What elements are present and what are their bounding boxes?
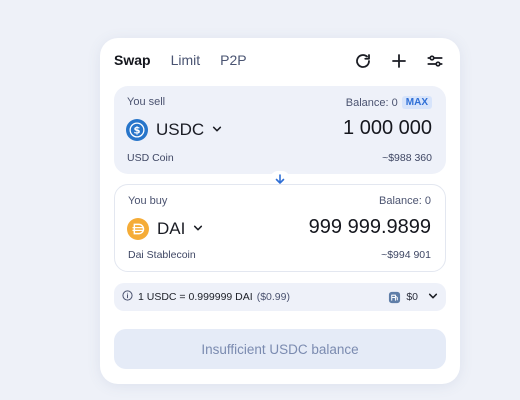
dai-logo-icon [127,218,149,240]
tab-swap[interactable]: Swap [114,52,151,68]
buy-panel: You buy Balance: 0 DAI 999 999.9899 Dai … [114,184,446,272]
chevron-down-icon [193,220,203,238]
rate-details-row[interactable]: 1 USDC = 0.999999 DAI ($0.99) $0 [114,283,446,311]
gas-fee-value: $0 [406,291,418,303]
toolbar [352,50,446,72]
gas-pump-icon [389,291,401,303]
info-icon [122,288,133,306]
chevron-down-icon [428,288,438,306]
sell-token-name: USD Coin [127,152,174,164]
exchange-rate-fiat: ($0.99) [256,291,290,303]
buy-label: You buy [128,195,168,207]
buy-token-selector[interactable]: DAI [127,218,203,240]
sell-token-selector[interactable]: $ USDC [126,119,222,141]
sell-balance: Balance: 0 MAX [346,96,432,109]
max-button[interactable]: MAX [401,96,432,109]
tab-bar: Swap Limit P2P [114,52,247,68]
tab-p2p[interactable]: P2P [220,52,246,68]
buy-token-symbol: DAI [157,219,186,238]
swap-card: Swap Limit P2P You sell Balance: 0 MAX $… [100,38,460,384]
buy-balance-text: Balance: 0 [379,195,431,207]
sell-fiat-value: ~$988 360 [382,152,432,164]
buy-balance: Balance: 0 [379,195,431,207]
buy-amount-value: 999 999.9899 [308,216,431,238]
sell-label: You sell [127,96,166,108]
sell-panel: You sell Balance: 0 MAX $ USDC 1 000 000… [114,86,446,174]
gas-fee: $0 [388,291,418,304]
buy-token-name: Dai Stablecoin [128,249,196,261]
tab-limit[interactable]: Limit [171,52,201,68]
svg-text:$: $ [133,126,140,137]
insufficient-balance-button[interactable]: Insufficient USDC balance [114,329,446,369]
usdc-logo-icon: $ [126,119,148,141]
sell-token-symbol: USDC [156,120,205,139]
sliders-icon[interactable] [424,50,446,72]
refresh-icon[interactable] [352,50,374,72]
sell-balance-text: Balance: 0 [345,96,398,109]
exchange-rate: 1 USDC = 0.999999 DAI [138,291,253,303]
plus-icon[interactable] [388,50,410,72]
buy-fiat-value: ~$994 901 [381,249,431,261]
sell-amount-input[interactable]: 1 000 000 [252,117,432,140]
chevron-down-icon [212,121,222,139]
